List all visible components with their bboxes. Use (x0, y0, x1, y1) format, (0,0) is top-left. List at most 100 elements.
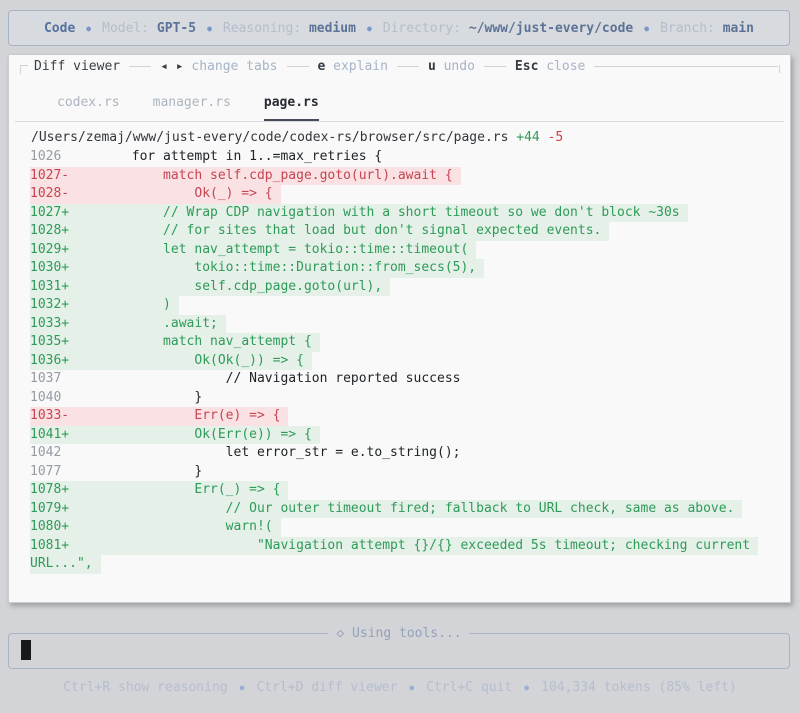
code-text: Err(_) => { (69, 482, 281, 497)
code-text: Err(e) => { (69, 408, 281, 423)
hint-label: close (546, 58, 586, 74)
box-corner-left (20, 65, 28, 74)
terminal-screen: Code ● Model: GPT-5 ● Reasoning: medium ● Dire… (0, 0, 800, 713)
hint-key: u (427, 58, 444, 74)
code-text: for attempt in 1..=max_retries { (69, 149, 383, 164)
code-text: "Navigation attempt {}/{} exceeded 5s ti… (69, 537, 751, 553)
diff-row: 1037 // Navigation reported success (9, 370, 788, 389)
hint-undo[interactable]: u undo (428, 59, 475, 74)
diff-row: 1029+ let nav_attempt = tokio::time::tim… (9, 240, 788, 259)
code-text: Ok(Ok(_)) => { (69, 352, 304, 368)
diff-row: 1040 } (9, 389, 788, 408)
status-item-label: Model: (102, 20, 157, 36)
diff-row: 1026 for attempt in 1..=max_retries { (9, 148, 788, 167)
tab-codex.rs[interactable]: codex.rs (57, 95, 120, 121)
app-name: Code (43, 20, 76, 36)
line-number: 1027- (30, 167, 70, 183)
footer-hint-label: diff viewer (311, 680, 398, 695)
status-item-value: medium (308, 20, 356, 36)
bullet-separator-icon: ● (86, 23, 92, 33)
diff-row: 1078+ Err(_) => { (9, 481, 788, 500)
tab-manager.rs[interactable]: manager.rs (153, 95, 231, 121)
bullet-separator-icon: ● (409, 683, 415, 692)
footer-hint-quit: Ctrl+C quit (426, 680, 512, 695)
footer-hints: Ctrl+R show reasoning ● Ctrl+D diff viewer… (0, 680, 800, 695)
tabs-divider (15, 121, 784, 122)
diff-viewer-header: Diff viewer ◂ ▸ change tabs e explain u und… (20, 58, 780, 74)
line-number: 1077 (30, 463, 70, 479)
line-number: 1029+ (30, 241, 70, 257)
box-corner-right (778, 65, 780, 73)
line-number: 1033+ (30, 315, 70, 331)
footer-hint-show-reasoning: Ctrl+R show reasoning (63, 680, 227, 695)
diff-row: 1032+ ) (9, 296, 788, 315)
token-usage: 104,334 tokens (85% left) (541, 680, 737, 695)
diff-row: 1028+ // for sites that load but don't s… (9, 222, 788, 241)
diff-row: 1027+ // Wrap CDP navigation with a shor… (9, 203, 788, 222)
code-text: Ok(Err(e)) => { (69, 426, 312, 442)
footer-hint-key: Ctrl+C (426, 680, 481, 695)
diff-row: 1035+ match nav_attempt { (9, 333, 788, 352)
hint-change-tabs[interactable]: ◂ ▸ change tabs (160, 59, 277, 74)
hint-label: undo (443, 58, 475, 74)
dash-separator (396, 65, 419, 67)
line-number: 1037 (30, 371, 70, 386)
diff-row: 1033+ .await; (9, 314, 788, 333)
line-number: 1042 (30, 445, 70, 460)
hint-key: e (317, 58, 334, 74)
code-text: match self.cdp_page.goto(url).await { (69, 167, 453, 183)
footer-hint-diff-viewer: Ctrl+D diff viewer (256, 680, 397, 695)
composer-input[interactable]: ◇ Using tools... (8, 626, 790, 669)
diff-row: 1027- match self.cdp_page.goto(url).awai… (9, 166, 788, 185)
status-label: ◇ Using tools... (328, 626, 470, 641)
status-item-label: Directory: (382, 20, 469, 36)
status-item-label: Branch: (660, 20, 723, 36)
footer-hint-key: Ctrl+D (256, 680, 312, 695)
hint-close[interactable]: Esc close (515, 59, 585, 74)
dash-line (594, 65, 778, 67)
bullet-separator-icon: ● (366, 23, 372, 33)
status-item-value: GPT-5 (156, 20, 197, 36)
footer-hint-label: show reasoning (118, 680, 228, 695)
diff-row: 1080+ warn!( (9, 518, 788, 537)
dash-separator (286, 65, 309, 67)
additions-count: +44 (516, 130, 540, 145)
status-item-value: ~/www/just-every/code (468, 20, 634, 36)
text-cursor (21, 640, 31, 660)
footer-hint-label: quit (480, 680, 513, 695)
bullet-separator-icon: ● (239, 683, 245, 692)
code-text: // Wrap CDP navigation with a short time… (69, 204, 680, 220)
status-item-label: Reasoning: (222, 20, 309, 36)
code-text: match nav_attempt { (69, 334, 312, 349)
bullet-separator-icon: ● (524, 683, 530, 692)
change-tabs-arrows-icon: ◂ ▸ (160, 58, 192, 74)
code-text: tokio::time::Duration::from_secs(5), (69, 260, 477, 275)
deletions-count: -5 (547, 130, 564, 145)
line-number: 1080+ (30, 519, 70, 534)
line-number: 1031+ (30, 278, 70, 294)
code-text: self.cdp_page.goto(url), (69, 278, 383, 294)
code-text: } (69, 389, 203, 405)
code-text: // for sites that load but don't signal … (69, 223, 602, 238)
code-text: warn!( (69, 519, 273, 534)
diff-row: 1081+ "Navigation attempt {}/{} exceeded… (9, 536, 788, 555)
hint-label: explain (333, 58, 388, 74)
hint-explain[interactable]: e explain (318, 59, 388, 74)
line-number: 1041+ (30, 426, 70, 442)
footer-hint-key: Ctrl+R (63, 680, 119, 695)
line-number: 1040 (30, 389, 70, 405)
diff-row: 1079+ // Our outer timeout fired; fallba… (9, 499, 788, 518)
diff-row: 1042 let error_str = e.to_string(); (9, 444, 788, 463)
code-text: // Navigation reported success (69, 371, 461, 386)
line-number: 1036+ (30, 352, 70, 368)
line-number: 1079+ (30, 500, 70, 516)
line-number: 1033- (30, 408, 70, 423)
diff-row: URL...", (9, 555, 788, 574)
file-tabs: codex.rs manager.rs page.rs (57, 95, 319, 121)
line-number: 1078+ (30, 482, 70, 497)
tab-page.rs[interactable]: page.rs (263, 95, 319, 121)
status-item: Directory: ~/www/just-every/code (383, 21, 633, 36)
code-text: // Our outer timeout fired; fallback to … (69, 500, 735, 516)
diff-scroll-area[interactable]: 1026 for attempt in 1..=max_retries {102… (9, 148, 788, 574)
code-text: } (69, 463, 203, 479)
